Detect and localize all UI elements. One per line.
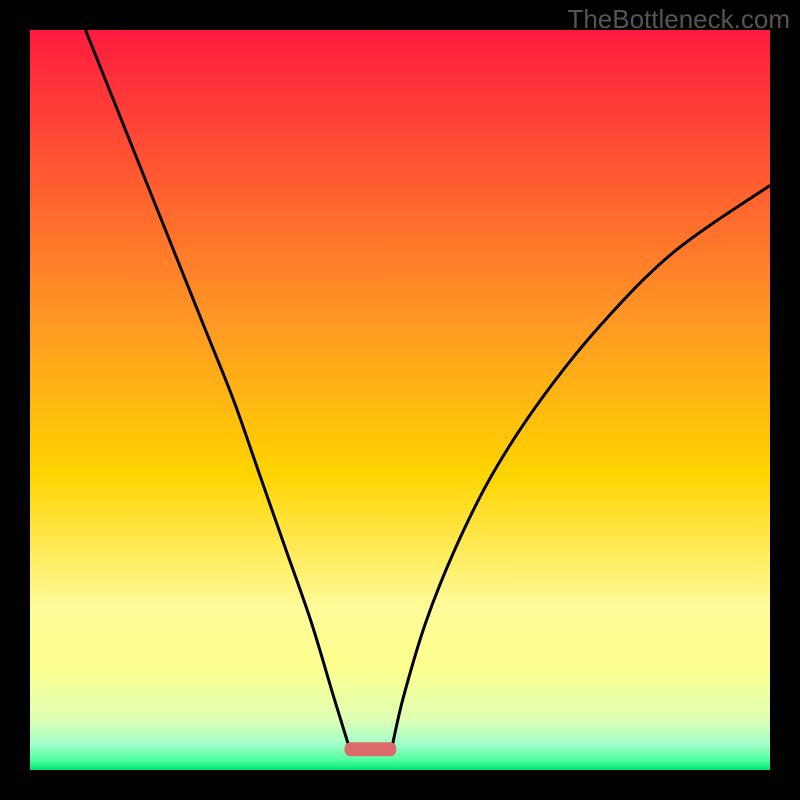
chart-background (30, 30, 770, 770)
watermark-text: TheBottleneck.com (567, 4, 790, 35)
chart-plot-area (30, 30, 770, 770)
bottleneck-marker (345, 742, 397, 756)
chart-svg (30, 30, 770, 770)
